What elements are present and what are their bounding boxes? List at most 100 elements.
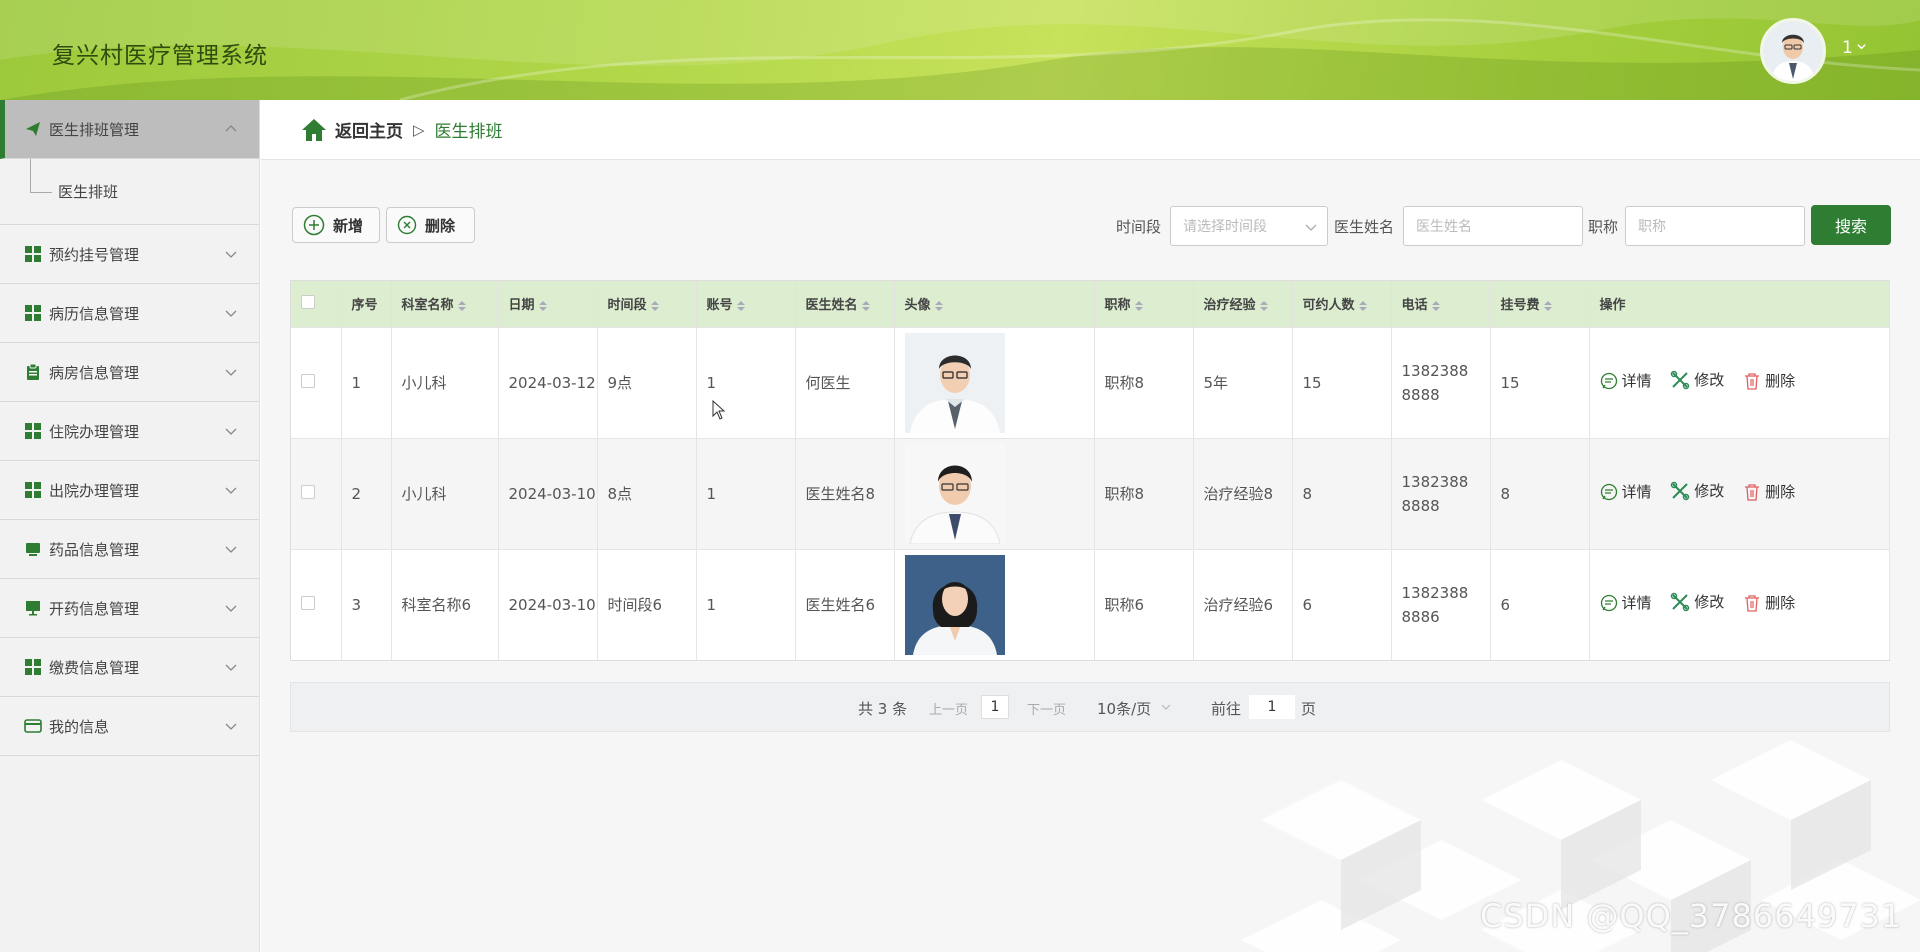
doctor-name-input[interactable]: 医生姓名 (1403, 206, 1583, 246)
cell-account: 1 (696, 548, 796, 660)
chevron-down-icon (1305, 224, 1317, 231)
cell-name: 医生姓名6 (795, 548, 895, 660)
title-input[interactable]: 职称 (1625, 206, 1805, 246)
sort-icon[interactable] (1431, 300, 1440, 312)
sidebar-item-medical-records[interactable]: 病历信息管理 (0, 284, 259, 343)
search-button[interactable]: 搜索 (1811, 205, 1891, 245)
edit-label: 修改 (1694, 371, 1725, 389)
sidebar-item-ward[interactable]: 病房信息管理 (0, 343, 259, 402)
sort-icon[interactable] (1543, 300, 1552, 312)
sort-icon[interactable] (1134, 300, 1143, 312)
row-checkbox-cell[interactable] (291, 437, 342, 549)
cell-phone: 13823888888 (1391, 326, 1491, 438)
sidebar-item-label: 病历信息管理 (49, 304, 140, 323)
column-header-label: 账号 (706, 298, 733, 314)
detail-button[interactable]: 详情 (1600, 369, 1652, 393)
select-all-checkbox-cell[interactable] (291, 281, 342, 327)
column-header[interactable]: 医生姓名 (795, 281, 895, 327)
row-delete-button[interactable]: 删除 (1743, 480, 1795, 504)
cell-photo (894, 326, 1095, 438)
user-name[interactable]: 1 (1842, 38, 1853, 58)
trash-icon (1745, 484, 1760, 501)
column-header[interactable]: 职称 (1094, 281, 1194, 327)
sidebar-item-appointment[interactable]: 预约挂号管理 (0, 225, 259, 284)
edit-button[interactable]: 修改 (1670, 368, 1724, 392)
chevron-down-icon[interactable] (1161, 703, 1171, 711)
row-checkbox[interactable] (301, 595, 315, 610)
cell-date: 2024-03-12 (498, 326, 598, 438)
sidebar-item-label: 住院办理管理 (49, 422, 140, 441)
cell-quota: 15 (1292, 326, 1392, 438)
time-period-select[interactable]: 请选择时间段 (1170, 206, 1328, 246)
sidebar-subitem-doctor-schedule[interactable]: 医生排班 (0, 159, 259, 225)
column-header[interactable]: 电话 (1391, 281, 1491, 327)
column-header[interactable]: 时间段 (597, 281, 697, 327)
prev-page-button[interactable]: 上一页 (929, 699, 968, 718)
cell-period: 8点 (597, 437, 697, 549)
sort-icon[interactable] (861, 300, 870, 312)
column-header[interactable]: 可约人数 (1292, 281, 1392, 327)
chevron-down-icon (225, 251, 237, 258)
card-icon (24, 717, 42, 735)
sidebar-item-payment[interactable]: 缴费信息管理 (0, 638, 259, 697)
edit-button[interactable]: 修改 (1670, 479, 1724, 503)
breadcrumb-home-link[interactable]: 返回主页 (335, 117, 403, 142)
sidebar-item-label: 医生排班管理 (49, 120, 140, 139)
sort-icon[interactable] (1259, 300, 1268, 312)
wrench-icon (1671, 370, 1690, 390)
grid-icon (24, 422, 42, 440)
doctor-photo[interactable] (904, 554, 1005, 655)
sidebar-item-doctor-schedule[interactable]: 医生排班管理 (0, 100, 259, 159)
sidebar-item-medicine[interactable]: 药品信息管理 (0, 520, 259, 579)
row-checkbox[interactable] (301, 373, 315, 388)
home-icon[interactable] (301, 118, 327, 142)
user-avatar[interactable] (1760, 18, 1826, 84)
breadcrumb-current: 医生排班 (434, 122, 503, 142)
column-header[interactable]: 挂号费 (1490, 281, 1590, 327)
sort-icon[interactable] (736, 300, 745, 312)
cell-actions: 详情 修改 删除 (1589, 326, 1890, 438)
cell-dept: 科室名称6 (391, 548, 499, 660)
chevron-down-icon (225, 723, 237, 730)
column-header[interactable]: 科室名称 (391, 281, 499, 327)
page-size-select[interactable]: 10条/页 (1097, 698, 1151, 719)
row-checkbox-cell[interactable] (291, 548, 342, 660)
detail-button[interactable]: 详情 (1600, 480, 1652, 504)
column-header-label: 科室名称 (401, 298, 454, 314)
detail-icon (1600, 483, 1617, 501)
detail-button[interactable]: 详情 (1600, 591, 1652, 615)
grid-icon (24, 658, 42, 676)
sidebar-item-discharge[interactable]: 出院办理管理 (0, 461, 259, 520)
edit-button[interactable]: 修改 (1670, 590, 1724, 614)
row-checkbox[interactable] (301, 484, 315, 499)
add-button-label: 新增 (333, 216, 364, 235)
sort-icon[interactable] (650, 300, 659, 312)
delete-button[interactable]: 删除 (386, 207, 475, 243)
doctor-photo[interactable] (904, 332, 1005, 433)
trash-icon (1745, 373, 1760, 390)
cell-no: 3 (341, 548, 392, 660)
column-header[interactable]: 头像 (894, 281, 1095, 327)
row-checkbox-cell[interactable] (291, 326, 342, 438)
add-button[interactable]: 新增 (292, 207, 380, 243)
current-page[interactable]: 1 (981, 695, 1009, 719)
doctor-photo[interactable] (904, 443, 1005, 544)
column-header[interactable]: 治疗经验 (1193, 281, 1293, 327)
select-all-checkbox[interactable] (301, 294, 315, 309)
row-delete-button[interactable]: 删除 (1743, 591, 1795, 615)
sidebar-item-my-info[interactable]: 我的信息 (0, 697, 259, 756)
sort-icon[interactable] (457, 300, 466, 312)
next-page-button[interactable]: 下一页 (1027, 699, 1066, 718)
goto-input[interactable]: 1 (1249, 695, 1295, 719)
sort-icon[interactable] (934, 300, 943, 312)
column-header[interactable]: 账号 (696, 281, 796, 327)
row-delete-button[interactable]: 删除 (1743, 369, 1795, 393)
delete-label: 删除 (1765, 483, 1796, 501)
desktop-icon (24, 599, 42, 617)
column-header[interactable]: 日期 (498, 281, 598, 327)
sort-icon[interactable] (538, 300, 547, 312)
chevron-down-icon[interactable] (1857, 42, 1866, 51)
sort-icon[interactable] (1358, 300, 1367, 312)
sidebar-item-admission[interactable]: 住院办理管理 (0, 402, 259, 461)
sidebar-item-prescription[interactable]: 开药信息管理 (0, 579, 259, 638)
